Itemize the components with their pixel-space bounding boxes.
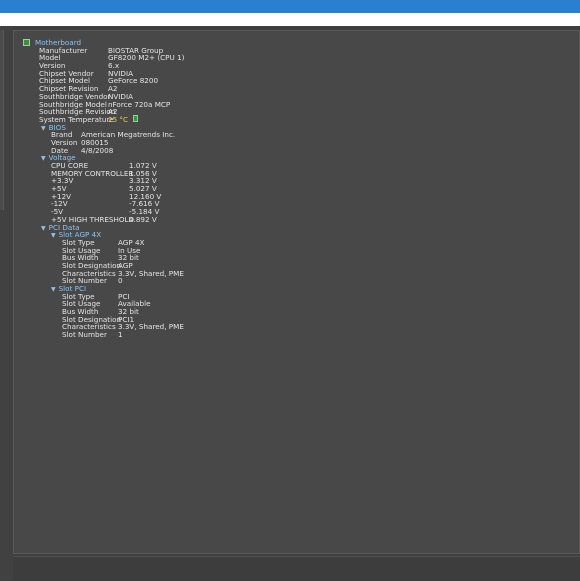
temperature-value-wrap: 25 °C — [108, 114, 139, 124]
property-value: 4/8/2008 — [81, 145, 114, 155]
window-titlebar — [0, 0, 580, 13]
property-value: 4.892 V — [129, 214, 157, 224]
bios-properties: Brand American Megatrends Inc. Version 080… — [51, 131, 175, 154]
collapse-arrow-icon[interactable]: ▼ — [41, 225, 46, 232]
collapse-arrow-icon[interactable]: ▼ — [51, 232, 56, 239]
thermometer-icon — [133, 115, 139, 123]
property-value: 3.3V, Shared, PME — [118, 268, 184, 278]
collapsed-side-panel[interactable] — [0, 30, 4, 210]
property-value: GF8200 M2+ (CPU 1) — [108, 53, 185, 63]
collapse-arrow-icon[interactable]: ▼ — [41, 155, 46, 162]
voltage-properties: CPU CORE 1.072 V MEMORY CONTROLLER 1.056 V… — [51, 162, 161, 224]
collapse-arrow-icon[interactable]: ▼ — [41, 125, 46, 132]
motherboard-icon — [23, 38, 30, 46]
property-value: 3.3V, Shared, PME — [118, 322, 184, 332]
property-value: 0 — [118, 276, 123, 286]
slot-agp-properties: Slot Type AGP 4X Slot Usage In Use Bus Wid… — [62, 239, 184, 285]
temperature-value: 25 °C — [108, 114, 129, 124]
property-label: Slot Number — [62, 330, 107, 340]
motherboard-properties: Manufacturer BIOSTAR Group Model GF8200 M2… — [39, 46, 184, 339]
toolbar — [0, 13, 580, 26]
details-panel: Motherboard Manufacturer BIOSTAR Group Mo… — [13, 30, 580, 554]
hardware-tree: Motherboard Manufacturer BIOSTAR Group Mo… — [23, 38, 184, 339]
slot-pci-properties: Slot Type PCI Slot Usage Available Bus Wid… — [62, 292, 184, 339]
collapse-arrow-icon[interactable]: ▼ — [51, 286, 56, 293]
property-value: 1 — [118, 330, 123, 340]
status-bar — [13, 556, 580, 581]
pci-slots: ▼ Slot AGP 4X Slot Type AGP 4X Slot Usage I… — [51, 231, 184, 339]
property-row: Slot Number 1 — [62, 331, 123, 339]
